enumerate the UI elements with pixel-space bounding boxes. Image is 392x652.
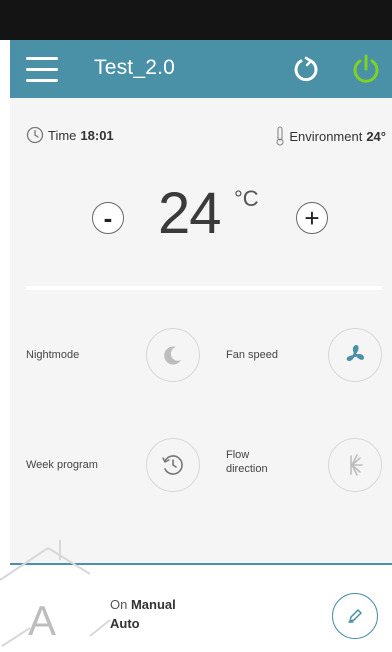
nightmode-label: Nightmode	[26, 349, 80, 361]
fan-icon	[346, 345, 364, 362]
time-value: 18:01	[80, 127, 114, 143]
increase-temperature-button[interactable]: +	[296, 202, 328, 234]
status-bar	[0, 0, 392, 40]
week-program-button[interactable]	[146, 438, 200, 492]
time-label: Time	[48, 127, 77, 143]
temperature-slider[interactable]	[26, 286, 382, 290]
control-panel: Time 18:01 Environment 24° - 24 °C + Nig…	[10, 98, 392, 563]
hamburger-menu-icon[interactable]	[26, 55, 58, 83]
power-icon[interactable]	[350, 53, 382, 85]
environment-label: Environment	[289, 128, 363, 144]
thermometer-icon	[276, 126, 284, 146]
pencil-icon	[348, 609, 362, 623]
flow-direction-label-line2: direction	[226, 463, 268, 475]
fan-speed-label: Fan speed	[226, 349, 278, 361]
app-header: Test_2.0	[10, 40, 392, 98]
history-clock-icon	[162, 455, 183, 475]
flow-direction-label-line1: Flow	[226, 449, 250, 461]
environment-value: 24°	[366, 128, 386, 144]
week-program-label: Week program	[26, 459, 98, 471]
temperature-value: 24	[158, 181, 222, 246]
moon-icon	[164, 346, 181, 365]
decrease-temperature-button[interactable]: -	[92, 202, 124, 234]
nightmode-button[interactable]	[146, 328, 200, 382]
flow-direction-icon	[350, 454, 363, 476]
fan-speed-button[interactable]	[328, 328, 382, 382]
refresh-icon[interactable]	[292, 55, 320, 83]
edit-mode-button[interactable]	[332, 593, 378, 639]
device-title: Test_2.0	[94, 56, 175, 79]
time-display: Time 18:01	[26, 126, 114, 144]
environment-display: Environment 24°	[275, 126, 386, 146]
mode-manual-label: Manual	[130, 597, 176, 612]
flow-direction-button[interactable]	[328, 438, 382, 492]
app-frame: Test_2.0 Time 18:01 Environment 24° - 24…	[0, 0, 392, 652]
decorative-lines	[0, 540, 111, 647]
temperature-unit: °C	[234, 186, 259, 211]
flow-direction-label: Flow direction	[226, 448, 268, 476]
clock-icon	[26, 126, 44, 144]
